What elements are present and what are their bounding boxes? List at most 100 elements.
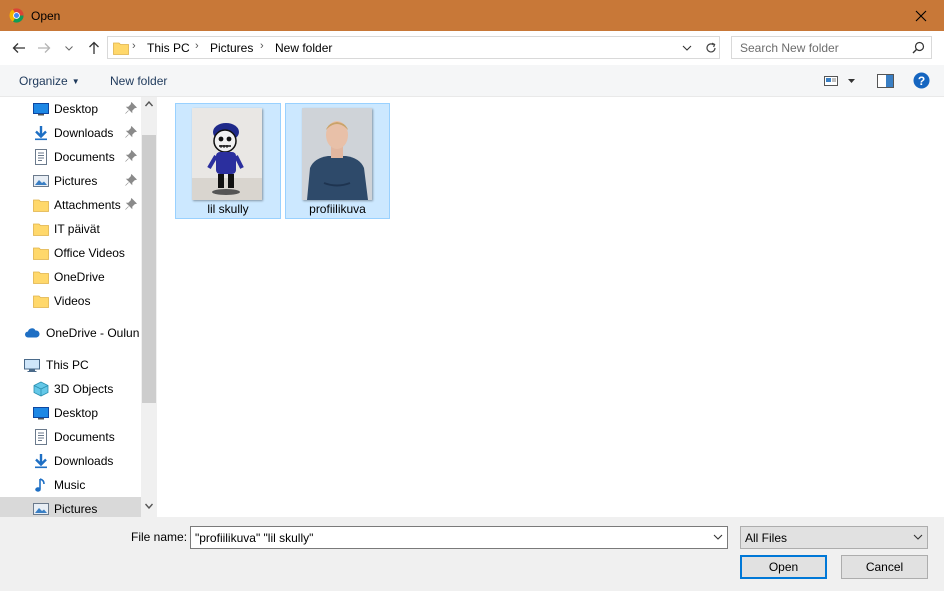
pin-icon	[125, 102, 137, 114]
file-type-select[interactable]: All Files	[740, 526, 928, 549]
forward-arrow-icon	[38, 43, 51, 53]
file-name: lil skully	[207, 202, 249, 216]
organize-label: Organize	[19, 74, 68, 88]
navigation-bar: › This PC › Pictures › New folder Search…	[0, 31, 944, 65]
sidebar-item-3d-objects[interactable]: 3D Objects	[0, 377, 141, 401]
close-icon	[915, 10, 927, 21]
preview-pane-button[interactable]	[877, 74, 894, 91]
image-thumbnail	[192, 108, 262, 200]
refresh-button[interactable]	[700, 37, 720, 58]
recent-locations-button[interactable]	[62, 37, 76, 59]
chrome-icon	[9, 8, 24, 23]
file-name-label: File name:	[131, 530, 188, 544]
help-icon: ?	[913, 72, 930, 89]
sidebar-item-label: OneDrive - Oulun	[46, 326, 140, 340]
sidebar-item-it-paivat[interactable]: IT päivät	[0, 217, 141, 241]
pictures-icon	[33, 175, 49, 187]
folder-icon	[33, 223, 49, 236]
folder-icon	[33, 199, 49, 212]
sidebar-item-label: Desktop	[54, 406, 99, 420]
sidebar-item-desktop-pc[interactable]: Desktop	[0, 401, 141, 425]
title-bar: Open	[0, 0, 944, 31]
chevron-down-icon	[65, 45, 73, 51]
scrollbar-thumb[interactable]	[142, 135, 156, 403]
skull-figure-thumbnail	[192, 108, 262, 200]
sidebar-item-documents[interactable]: Documents	[0, 145, 141, 169]
address-dropdown-button[interactable]	[682, 42, 692, 56]
up-button[interactable]	[83, 37, 105, 59]
sidebar-item-label: Pictures	[54, 174, 98, 188]
file-list: lil skully profiilikuva	[158, 97, 944, 517]
address-bar[interactable]: › This PC › Pictures › New folder	[107, 36, 720, 59]
sidebar-item-downloads[interactable]: Downloads	[0, 121, 141, 145]
chevron-down-icon	[682, 45, 692, 51]
desktop-icon	[33, 407, 49, 420]
caret-down-icon: ▼	[71, 77, 80, 86]
file-item-lil-skully[interactable]: lil skully	[175, 103, 281, 219]
organize-menu[interactable]: Organize ▼	[19, 74, 80, 88]
navigation-pane: Desktop Downloads Documents Pictures Att…	[0, 97, 157, 517]
breadcrumb-separator: ›	[132, 40, 136, 52]
sidebar-item-videos[interactable]: Videos	[0, 289, 141, 313]
search-input[interactable]: Search New folder	[740, 41, 839, 55]
up-arrow-icon	[89, 41, 99, 54]
view-options-icon	[824, 76, 855, 86]
view-options-button[interactable]	[824, 75, 858, 90]
sidebar-item-label: Attachments	[54, 198, 121, 212]
breadcrumb-this-pc[interactable]: This PC	[147, 41, 190, 55]
close-button[interactable]	[898, 0, 944, 31]
breadcrumb-pictures[interactable]: Pictures	[210, 41, 253, 55]
nav-scrollbar[interactable]	[141, 97, 157, 517]
back-arrow-icon	[12, 43, 25, 53]
folder-icon	[33, 247, 49, 260]
file-item-profiilikuva[interactable]: profiilikuva	[285, 103, 390, 219]
pictures-icon	[33, 503, 49, 515]
cube-icon	[33, 381, 49, 397]
new-folder-button[interactable]: New folder	[110, 74, 167, 88]
scroll-down-icon[interactable]	[145, 503, 153, 509]
folder-icon	[33, 295, 49, 308]
sidebar-item-downloads-pc[interactable]: Downloads	[0, 449, 141, 473]
dialog-footer: File name: "profiilikuva" "lil skully" A…	[0, 517, 944, 591]
open-button[interactable]: Open	[740, 555, 827, 579]
file-type-value: All Files	[745, 531, 788, 545]
sidebar-item-label: Videos	[54, 294, 91, 308]
file-name-field[interactable]: "profiilikuva" "lil skully"	[190, 526, 728, 549]
download-icon	[35, 454, 47, 469]
help-button[interactable]: ?	[913, 72, 930, 92]
sidebar-item-onedrive-oulun[interactable]: OneDrive - Oulun	[0, 321, 141, 345]
breadcrumb-new-folder[interactable]: New folder	[275, 41, 332, 55]
sidebar-item-label: Pictures	[54, 502, 98, 516]
sidebar-item-desktop[interactable]: Desktop	[0, 97, 141, 121]
sidebar-item-this-pc[interactable]: This PC	[0, 353, 141, 377]
refresh-icon	[705, 42, 716, 52]
scroll-up-icon[interactable]	[145, 101, 153, 107]
file-name: profiilikuva	[309, 202, 366, 216]
sidebar-item-label: OneDrive	[54, 270, 105, 284]
download-icon	[35, 126, 47, 141]
back-button[interactable]	[8, 37, 30, 59]
cancel-button[interactable]: Cancel	[841, 555, 928, 579]
sidebar-item-office-videos[interactable]: Office Videos	[0, 241, 141, 265]
portrait-thumbnail	[302, 108, 372, 200]
sidebar-item-attachments[interactable]: Attachments	[0, 193, 141, 217]
sidebar-item-documents-pc[interactable]: Documents	[0, 425, 141, 449]
sidebar-item-label: Downloads	[54, 126, 114, 140]
file-name-value[interactable]: "profiilikuva" "lil skully"	[195, 531, 313, 545]
sidebar-item-label: IT päivät	[54, 222, 100, 236]
sidebar-item-label: This PC	[46, 358, 89, 372]
sidebar-item-pictures-pc[interactable]: Pictures	[0, 497, 141, 517]
documents-icon	[35, 149, 47, 165]
sidebar-item-onedrive-folder[interactable]: OneDrive	[0, 265, 141, 289]
sidebar-item-music[interactable]: Music	[0, 473, 141, 497]
desktop-icon	[33, 103, 49, 116]
sidebar-item-label: Downloads	[54, 454, 114, 468]
forward-button[interactable]	[33, 37, 55, 59]
cloud-icon	[25, 328, 40, 338]
sidebar-item-pictures[interactable]: Pictures	[0, 169, 141, 193]
search-box[interactable]: Search New folder	[731, 36, 932, 59]
window-title: Open	[31, 9, 61, 23]
chevron-down-icon[interactable]	[713, 532, 723, 542]
search-icon[interactable]	[912, 41, 925, 54]
sidebar-item-label: Documents	[54, 150, 115, 164]
